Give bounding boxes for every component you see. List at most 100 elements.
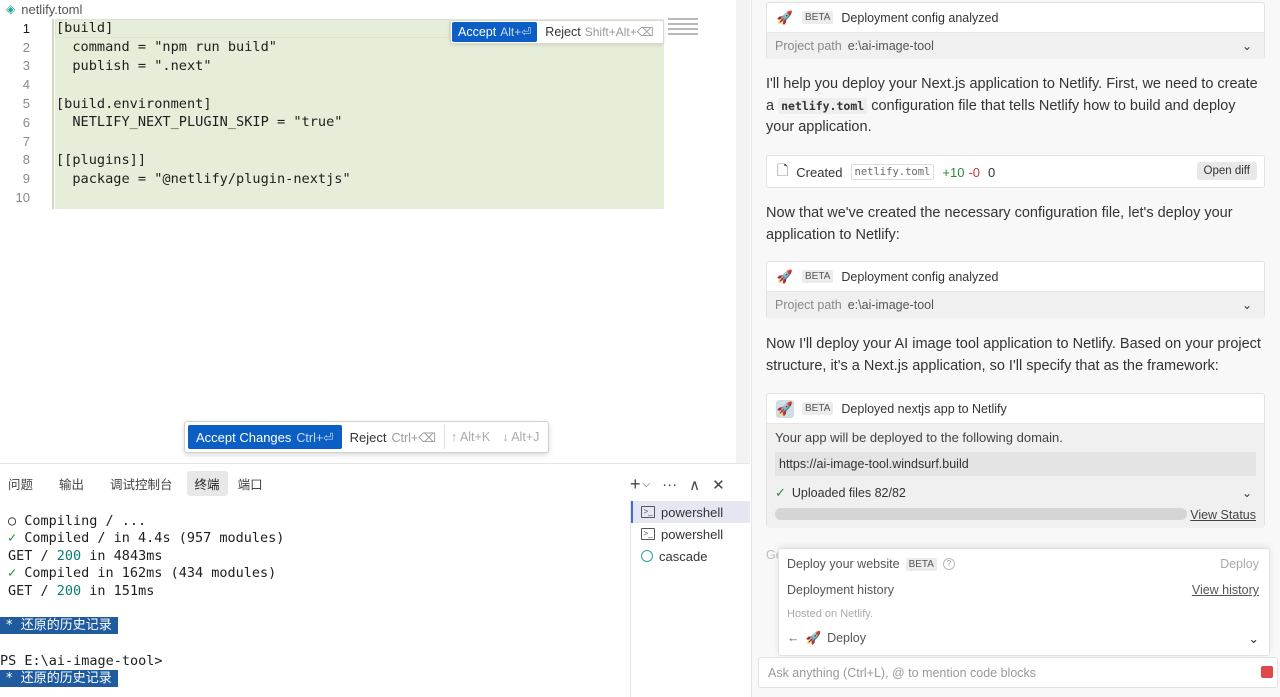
code-line[interactable]: 9 package = "@netlify/plugin-nextjs": [0, 169, 750, 188]
file-icon: ◈: [6, 2, 16, 16]
code-text[interactable]: [[plugins]]: [56, 152, 146, 168]
code-line[interactable]: 7: [0, 132, 750, 151]
chevron-down-icon[interactable]: ⌄: [1242, 298, 1252, 312]
view-history-link[interactable]: View history: [1192, 583, 1259, 597]
next-change-button[interactable]: ↓ Alt+J: [496, 430, 545, 444]
assistant-message: Now I'll deploy your AI image tool appli…: [766, 334, 1265, 377]
status-code: 200: [56, 547, 82, 564]
code-line[interactable]: 6 NETLIFY_NEXT_PLUGIN_SKIP = "true": [0, 113, 750, 132]
terminal-text: Compiled in 162ms (434 modules): [16, 565, 277, 582]
line-number: 9: [22, 171, 30, 187]
changes-toolbar: Accept Changes Ctrl+⏎ Reject Ctrl+⌫ ↑ Al…: [184, 421, 550, 453]
stop-button[interactable]: [1261, 666, 1273, 678]
terminal-icon: >_: [641, 528, 655, 540]
project-path-row[interactable]: Project path e:\ai-image-tool ⌄: [767, 32, 1264, 59]
lines-unchanged: 0: [988, 164, 996, 180]
assistant-message: I'll help you deploy your Next.js applic…: [766, 74, 1265, 139]
editor-tab[interactable]: ◈ netlify.toml: [6, 0, 82, 18]
card-header: 🚀 BETA Deployed nextjs app to Netlify: [767, 394, 1264, 423]
terminal-item-cascade[interactable]: cascade: [631, 545, 750, 567]
maximize-panel-icon[interactable]: ∧: [689, 476, 700, 494]
tab-output[interactable]: 输出: [51, 471, 92, 496]
code-line[interactable]: 4: [0, 75, 750, 94]
upload-status[interactable]: ✓ Uploaded files 82/82 ⌄: [775, 484, 1256, 502]
deploy-domain[interactable]: https://ai-image-tool.windsurf.build: [775, 452, 1256, 476]
code-line[interactable]: 10: [0, 188, 750, 207]
accept-changes-button[interactable]: Accept Changes Ctrl+⏎: [188, 425, 342, 449]
terminal-line: GET / 200 in 151ms: [8, 582, 618, 600]
code-area[interactable]: 1 [build] 2 command = "npm run build" 3 p…: [0, 19, 750, 207]
code-line[interactable]: 8 [[plugins]]: [0, 151, 750, 170]
back-arrow-icon[interactable]: ←: [787, 631, 800, 645]
lines-added: +10: [942, 164, 965, 180]
terminal-text: GET /: [8, 547, 57, 564]
line-number: 8: [22, 152, 30, 168]
code-text[interactable]: publish = ".next": [56, 58, 211, 74]
code-text[interactable]: NETLIFY_NEXT_PLUGIN_SKIP = "true": [56, 114, 342, 130]
code-text[interactable]: [build.environment]: [56, 96, 212, 112]
tab-ports[interactable]: 端口: [230, 471, 271, 496]
more-actions-icon[interactable]: ···: [662, 476, 677, 493]
add-terminal-icon[interactable]: +: [630, 474, 641, 495]
tab-debug-console[interactable]: 调试控制台: [102, 471, 181, 496]
inline-reject-shortcut: Shift+Alt+⌫: [584, 25, 654, 39]
code-line[interactable]: 5 [build.environment]: [0, 94, 750, 113]
reject-changes-button[interactable]: Reject Ctrl+⌫: [342, 425, 445, 449]
prev-change-button[interactable]: ↑ Alt+K: [445, 430, 496, 444]
code-line[interactable]: 3 publish = ".next": [0, 57, 750, 76]
help-icon[interactable]: ?: [942, 558, 955, 570]
rocket-icon: 🚀: [776, 268, 794, 284]
terminal-list: >_ powershell >_ powershell cascade: [630, 500, 750, 697]
project-path-value: e:\ai-image-tool: [847, 39, 934, 53]
view-status-link[interactable]: View Status: [1190, 508, 1256, 522]
history-restored-badge: * 还原的历史记录: [0, 617, 118, 635]
chevron-down-icon[interactable]: ⌄: [1242, 39, 1252, 53]
chat-input[interactable]: Ask anything (Ctrl+L), @ to mention code…: [758, 657, 1278, 688]
minimap[interactable]: [668, 18, 698, 38]
code-text[interactable]: command = "npm run build": [56, 39, 277, 55]
editor: ◈ netlify.toml 1 [build] 2 command = "npm…: [0, 0, 750, 463]
project-path-row[interactable]: Project path e:\ai-image-tool ⌄: [767, 291, 1264, 318]
panel-actions: + ⌵ ··· ∧ ✕: [630, 474, 725, 495]
code-text[interactable]: package = "@netlify/plugin-nextjs": [56, 171, 350, 187]
panel-tabs: 问题 输出 调试控制台 终端 端口: [0, 470, 271, 496]
tab-problems[interactable]: 问题: [0, 471, 41, 496]
prev-change-shortcut: ↑ Alt+K: [450, 430, 491, 444]
line-number: 1: [22, 20, 30, 36]
inline-accept-button[interactable]: Accept Alt+⏎: [452, 22, 538, 42]
terminal-text: in 4843ms: [81, 547, 163, 564]
terminal-item-powershell[interactable]: >_ powershell: [631, 501, 750, 523]
terminal-output[interactable]: ○ Compiling / ... ✓ Compiled / in 4.4s (…: [0, 512, 618, 687]
deploy-website-row: Deploy your website BETA ? Deploy: [779, 551, 1269, 577]
terminal-text: in 151ms: [81, 582, 155, 599]
deploy-button[interactable]: Deploy: [1220, 557, 1259, 571]
terminal-item-powershell[interactable]: >_ powershell: [631, 523, 750, 545]
code-text[interactable]: [build]: [56, 20, 113, 36]
card-title: Deployment config analyzed: [841, 269, 999, 284]
deploy-row[interactable]: ← 🚀 Deploy ⌄: [779, 625, 1269, 651]
rocket-icon: 🚀: [776, 399, 794, 418]
inline-diff-actions: Accept Alt+⏎ Reject Shift+Alt+⌫: [450, 20, 664, 44]
terminal-prompt[interactable]: PS E:\ai-image-tool>: [0, 652, 618, 670]
terminal-icon: >_: [641, 506, 655, 518]
editor-scrollbar[interactable]: [736, 0, 750, 463]
chevron-down-icon[interactable]: ⌄: [1242, 486, 1252, 500]
inline-accept-label: Accept: [458, 25, 497, 39]
beta-badge: BETA: [905, 557, 937, 571]
terminal-dropdown-icon[interactable]: ⌵: [643, 479, 651, 490]
terminal-item-label: powershell: [661, 526, 724, 542]
message-text: Now that we've created the necessary con…: [766, 205, 1233, 243]
close-panel-icon[interactable]: ✕: [712, 476, 725, 494]
open-diff-button[interactable]: Open diff: [1196, 162, 1257, 180]
check-icon: ✓: [8, 565, 17, 582]
upload-status-text: Uploaded files 82/82: [791, 486, 906, 500]
file-change-row: 🗋 Created netlify.toml +10 -0 0: [767, 156, 1264, 188]
deploy-row-label: Deploy: [827, 631, 866, 645]
deploy-description: Your app will be deployed to the followi…: [775, 430, 1063, 445]
inline-reject-label: Reject: [545, 25, 581, 39]
status-prefix: ○: [8, 512, 17, 529]
file-name[interactable]: netlify.toml: [850, 164, 935, 180]
tab-terminal[interactable]: 终端: [186, 470, 228, 496]
inline-reject-button[interactable]: Reject Shift+Alt+⌫: [537, 23, 661, 41]
chevron-down-icon[interactable]: ⌄: [1249, 631, 1259, 646]
